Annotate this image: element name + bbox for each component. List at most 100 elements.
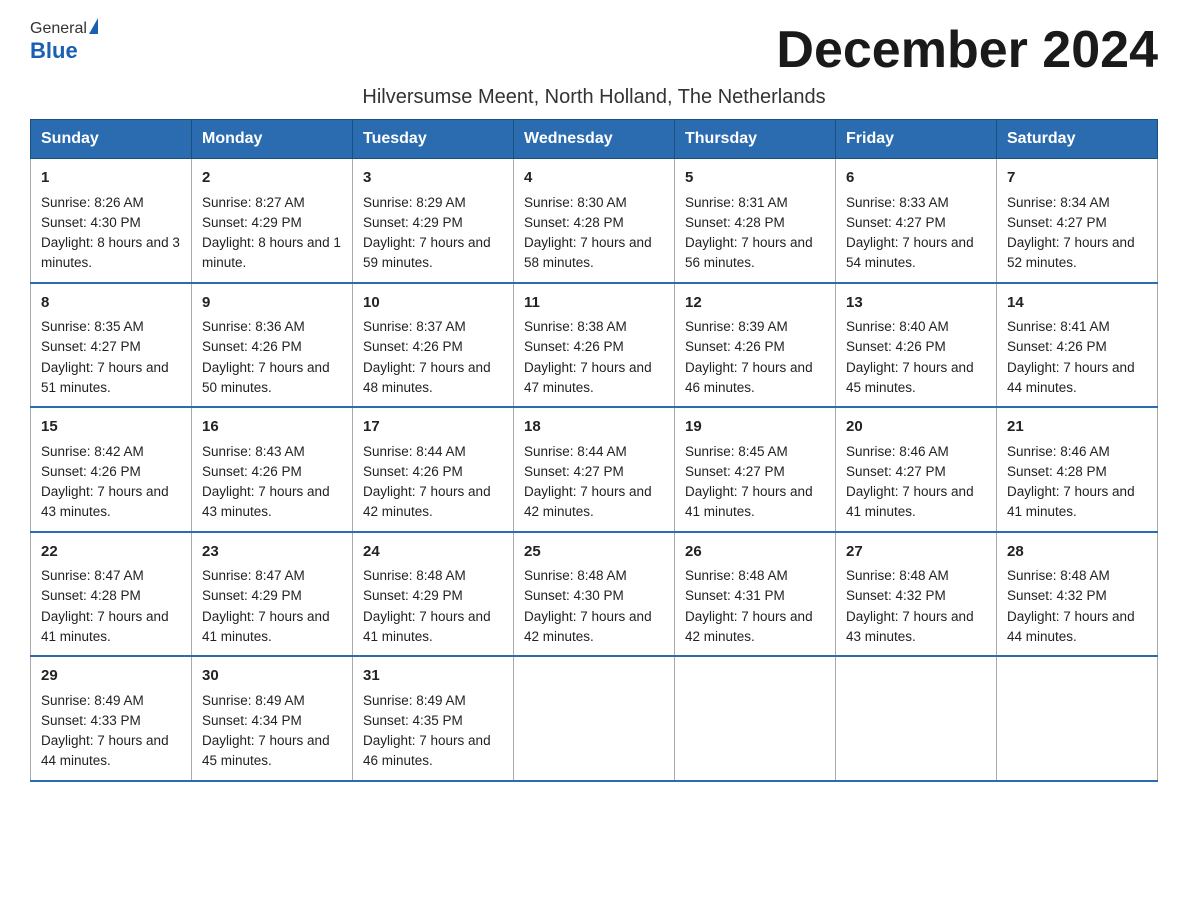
- day-number: 15: [41, 416, 181, 439]
- day-number: 18: [524, 416, 664, 439]
- calendar-cell: 11Sunrise: 8:38 AMSunset: 4:26 PMDayligh…: [514, 283, 675, 408]
- col-friday: Friday: [836, 120, 997, 159]
- calendar-cell: [675, 656, 836, 781]
- calendar-cell: 9Sunrise: 8:36 AMSunset: 4:26 PMDaylight…: [192, 283, 353, 408]
- sunrise-text: Sunrise: 8:48 AM: [363, 568, 466, 583]
- sunset-text: Sunset: 4:31 PM: [685, 588, 785, 603]
- daylight-text: Daylight: 7 hours and 42 minutes.: [685, 609, 813, 644]
- day-number: 5: [685, 167, 825, 190]
- day-number: 28: [1007, 541, 1147, 564]
- calendar-cell: 16Sunrise: 8:43 AMSunset: 4:26 PMDayligh…: [192, 407, 353, 532]
- sunrise-text: Sunrise: 8:43 AM: [202, 444, 305, 459]
- sunrise-text: Sunrise: 8:30 AM: [524, 195, 627, 210]
- daylight-text: Daylight: 7 hours and 41 minutes.: [41, 609, 169, 644]
- logo: General Blue: [30, 20, 98, 64]
- calendar-cell: 13Sunrise: 8:40 AMSunset: 4:26 PMDayligh…: [836, 283, 997, 408]
- daylight-text: Daylight: 7 hours and 42 minutes.: [524, 609, 652, 644]
- logo-general-line: General: [30, 20, 98, 38]
- sunrise-text: Sunrise: 8:26 AM: [41, 195, 144, 210]
- sunset-text: Sunset: 4:26 PM: [202, 339, 302, 354]
- calendar-header-row: Sunday Monday Tuesday Wednesday Thursday…: [31, 120, 1158, 159]
- sunrise-text: Sunrise: 8:46 AM: [1007, 444, 1110, 459]
- calendar-cell: 6Sunrise: 8:33 AMSunset: 4:27 PMDaylight…: [836, 159, 997, 283]
- day-number: 14: [1007, 292, 1147, 315]
- sunset-text: Sunset: 4:26 PM: [363, 339, 463, 354]
- logo-triangle-icon: [89, 18, 98, 34]
- calendar-cell: 27Sunrise: 8:48 AMSunset: 4:32 PMDayligh…: [836, 532, 997, 657]
- daylight-text: Daylight: 7 hours and 45 minutes.: [846, 360, 974, 395]
- daylight-text: Daylight: 7 hours and 43 minutes.: [202, 484, 330, 519]
- sunset-text: Sunset: 4:26 PM: [1007, 339, 1107, 354]
- col-saturday: Saturday: [997, 120, 1158, 159]
- day-number: 21: [1007, 416, 1147, 439]
- calendar-cell: 1Sunrise: 8:26 AMSunset: 4:30 PMDaylight…: [31, 159, 192, 283]
- page-subtitle: Hilversumse Meent, North Holland, The Ne…: [30, 86, 1158, 109]
- day-number: 22: [41, 541, 181, 564]
- calendar-cell: 31Sunrise: 8:49 AMSunset: 4:35 PMDayligh…: [353, 656, 514, 781]
- sunset-text: Sunset: 4:28 PM: [1007, 464, 1107, 479]
- sunset-text: Sunset: 4:35 PM: [363, 713, 463, 728]
- daylight-text: Daylight: 7 hours and 43 minutes.: [41, 484, 169, 519]
- day-number: 19: [685, 416, 825, 439]
- sunset-text: Sunset: 4:28 PM: [41, 588, 141, 603]
- daylight-text: Daylight: 7 hours and 58 minutes.: [524, 235, 652, 270]
- daylight-text: Daylight: 7 hours and 54 minutes.: [846, 235, 974, 270]
- daylight-text: Daylight: 7 hours and 50 minutes.: [202, 360, 330, 395]
- calendar-cell: 2Sunrise: 8:27 AMSunset: 4:29 PMDaylight…: [192, 159, 353, 283]
- calendar-cell: [836, 656, 997, 781]
- sunset-text: Sunset: 4:27 PM: [685, 464, 785, 479]
- sunset-text: Sunset: 4:30 PM: [41, 215, 141, 230]
- calendar-week-row: 22 Sunrise: 8:47 AM Sunset: 4:28 PM Dayligh…: [31, 532, 1158, 657]
- col-tuesday: Tuesday: [353, 120, 514, 159]
- calendar-cell: 19Sunrise: 8:45 AMSunset: 4:27 PMDayligh…: [675, 407, 836, 532]
- sunset-text: Sunset: 4:32 PM: [846, 588, 946, 603]
- daylight-text: Daylight: 7 hours and 42 minutes.: [363, 484, 491, 519]
- calendar-cell: 14Sunrise: 8:41 AMSunset: 4:26 PMDayligh…: [997, 283, 1158, 408]
- sunrise-text: Sunrise: 8:33 AM: [846, 195, 949, 210]
- sunrise-text: Sunrise: 8:49 AM: [41, 693, 144, 708]
- calendar-cell: 23Sunrise: 8:47 AMSunset: 4:29 PMDayligh…: [192, 532, 353, 657]
- daylight-text: Daylight: 7 hours and 52 minutes.: [1007, 235, 1135, 270]
- sunset-text: Sunset: 4:26 PM: [685, 339, 785, 354]
- calendar-cell: 5Sunrise: 8:31 AMSunset: 4:28 PMDaylight…: [675, 159, 836, 283]
- daylight-text: Daylight: 7 hours and 56 minutes.: [685, 235, 813, 270]
- calendar-cell: 28Sunrise: 8:48 AMSunset: 4:32 PMDayligh…: [997, 532, 1158, 657]
- daylight-text: Daylight: 7 hours and 47 minutes.: [524, 360, 652, 395]
- sunrise-text: Sunrise: 8:27 AM: [202, 195, 305, 210]
- day-number: 8: [41, 292, 181, 315]
- day-number: 2: [202, 167, 342, 190]
- col-thursday: Thursday: [675, 120, 836, 159]
- calendar-cell: [997, 656, 1158, 781]
- sunset-text: Sunset: 4:29 PM: [363, 215, 463, 230]
- sunrise-text: Sunrise: 8:34 AM: [1007, 195, 1110, 210]
- sunrise-text: Sunrise: 8:29 AM: [363, 195, 466, 210]
- calendar-cell: 12Sunrise: 8:39 AMSunset: 4:26 PMDayligh…: [675, 283, 836, 408]
- day-number: 30: [202, 665, 342, 688]
- daylight-text: Daylight: 7 hours and 48 minutes.: [363, 360, 491, 395]
- sunset-text: Sunset: 4:26 PM: [846, 339, 946, 354]
- day-number: 20: [846, 416, 986, 439]
- sunrise-text: Sunrise: 8:48 AM: [524, 568, 627, 583]
- day-number: 31: [363, 665, 503, 688]
- day-number: 11: [524, 292, 664, 315]
- calendar-cell: 10Sunrise: 8:37 AMSunset: 4:26 PMDayligh…: [353, 283, 514, 408]
- day-number: 26: [685, 541, 825, 564]
- sunrise-text: Sunrise: 8:31 AM: [685, 195, 788, 210]
- calendar-week-row: 15Sunrise: 8:42 AMSunset: 4:26 PMDayligh…: [31, 407, 1158, 532]
- sunrise-text: Sunrise: 8:47 AM: [202, 568, 305, 583]
- sunrise-text: Sunrise: 8:45 AM: [685, 444, 788, 459]
- sunset-text: Sunset: 4:29 PM: [363, 588, 463, 603]
- day-number: 25: [524, 541, 664, 564]
- calendar-cell: 24 Sunrise: 8:48 AM Sunset: 4:29 PM Dayligh…: [353, 532, 514, 657]
- sunrise-text: Sunrise: 8:47 AM: [41, 568, 144, 583]
- daylight-text: Daylight: 7 hours and 41 minutes.: [363, 609, 491, 644]
- day-number: 23: [202, 541, 342, 564]
- sunrise-text: Sunrise: 8:36 AM: [202, 319, 305, 334]
- col-sunday: Sunday: [31, 120, 192, 159]
- daylight-text: Daylight: 7 hours and 42 minutes.: [524, 484, 652, 519]
- daylight-text: Daylight: 7 hours and 44 minutes.: [1007, 609, 1135, 644]
- sunset-text: Sunset: 4:27 PM: [846, 464, 946, 479]
- sunrise-text: Sunrise: 8:37 AM: [363, 319, 466, 334]
- daylight-text: Daylight: 7 hours and 51 minutes.: [41, 360, 169, 395]
- day-number: 24: [363, 541, 503, 564]
